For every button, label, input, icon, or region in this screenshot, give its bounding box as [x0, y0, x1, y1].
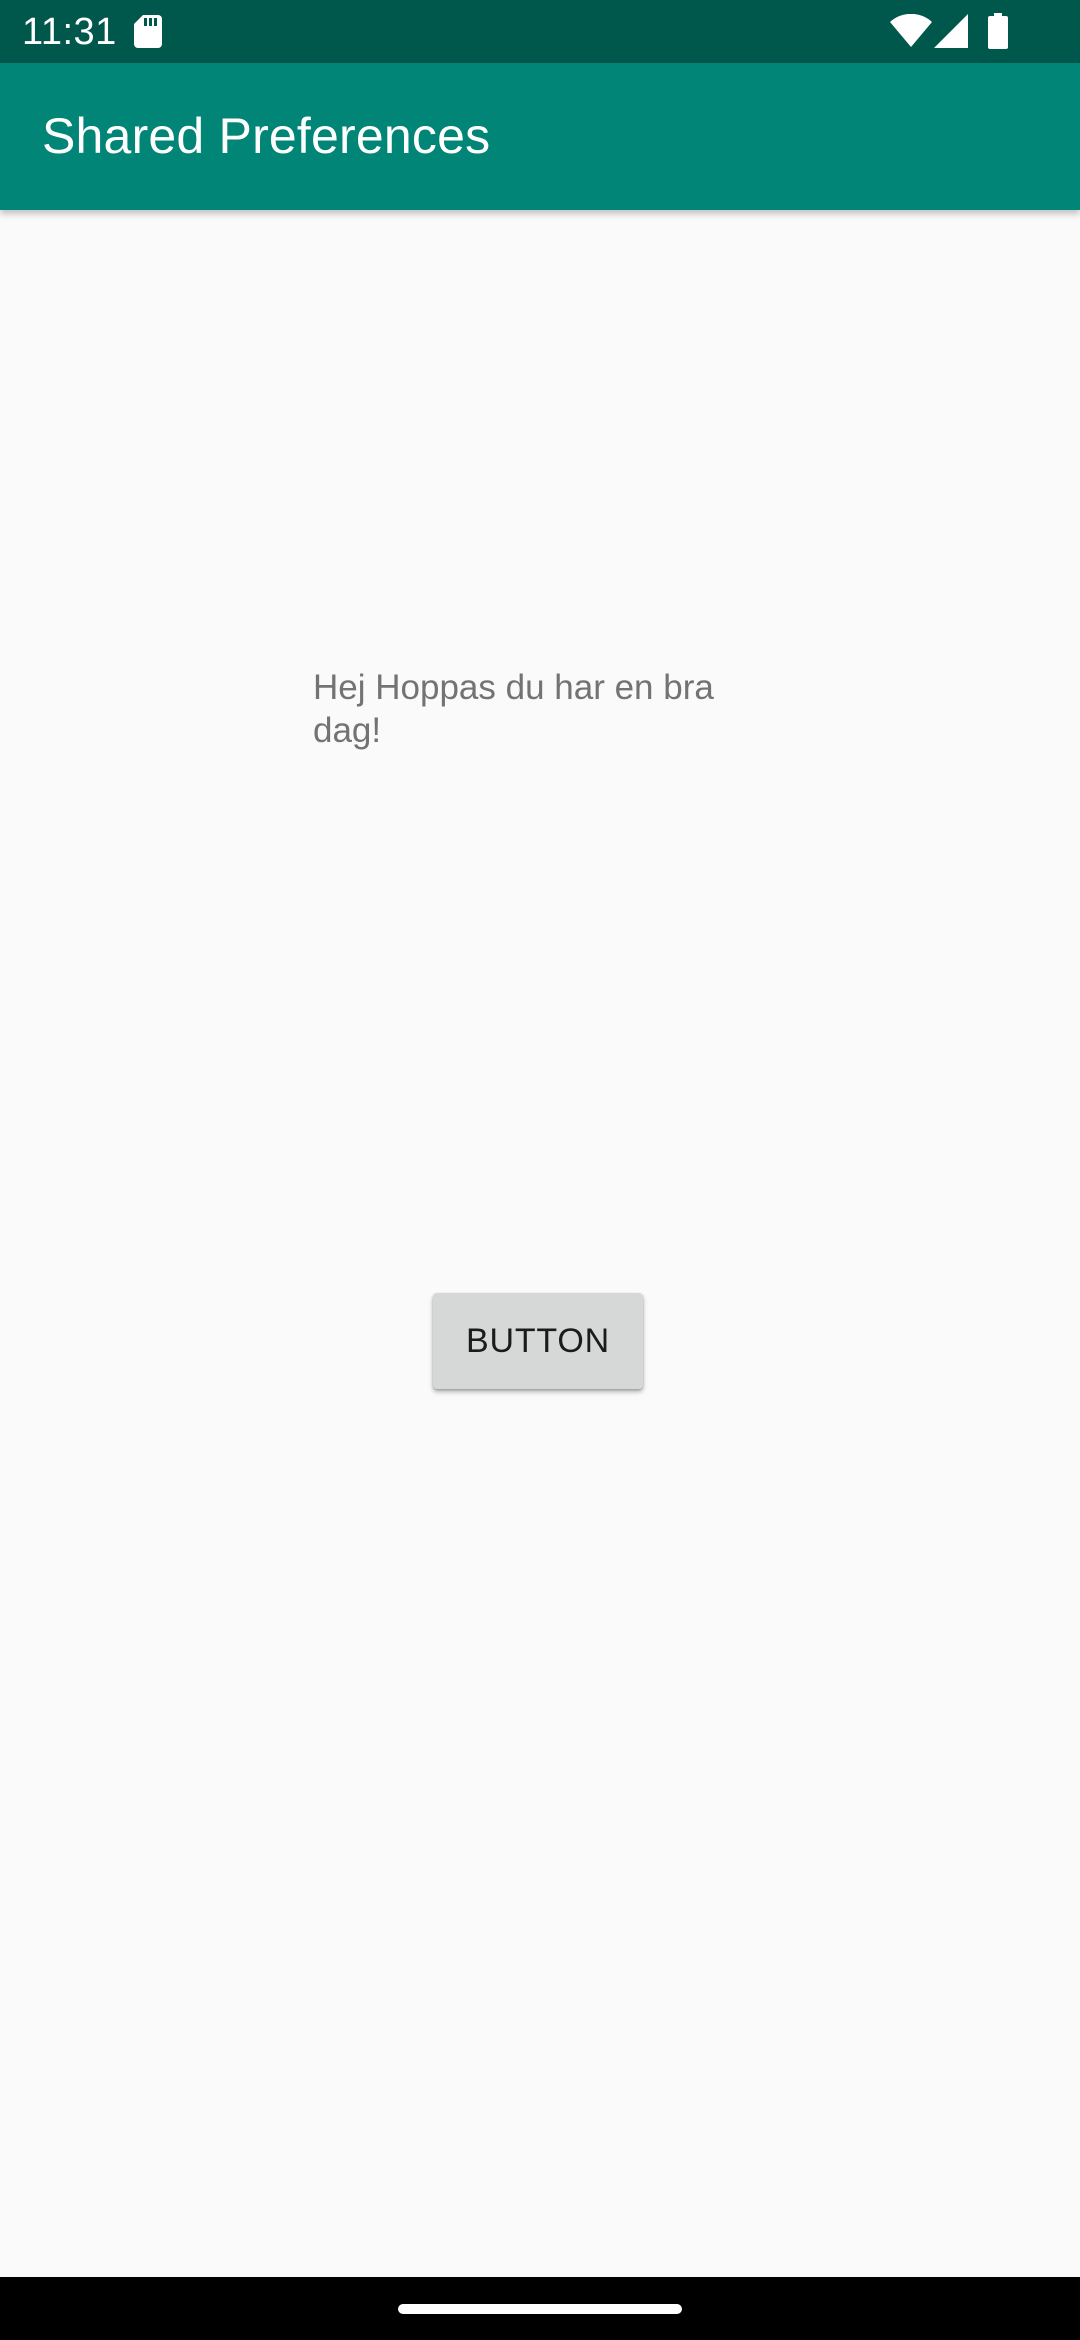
app-title: Shared Preferences	[42, 108, 491, 164]
greeting-text: Hej Hoppas du har en bra dag!	[313, 668, 714, 750]
status-time: 11:31	[22, 11, 117, 53]
navigation-bar	[0, 2277, 1080, 2340]
signal-icon	[934, 14, 968, 48]
app-bar: Shared Preferences	[0, 63, 1080, 210]
main-button[interactable]: BUTTON	[433, 1293, 643, 1389]
sd-card-icon	[134, 15, 162, 48]
wifi-icon	[890, 14, 932, 47]
home-gesture-handle[interactable]	[398, 2304, 682, 2314]
screen: 11:31 Shared Preferences Hej Hoppas du h…	[0, 0, 1080, 2340]
status-bar: 11:31	[0, 0, 1080, 63]
battery-icon	[988, 13, 1008, 49]
